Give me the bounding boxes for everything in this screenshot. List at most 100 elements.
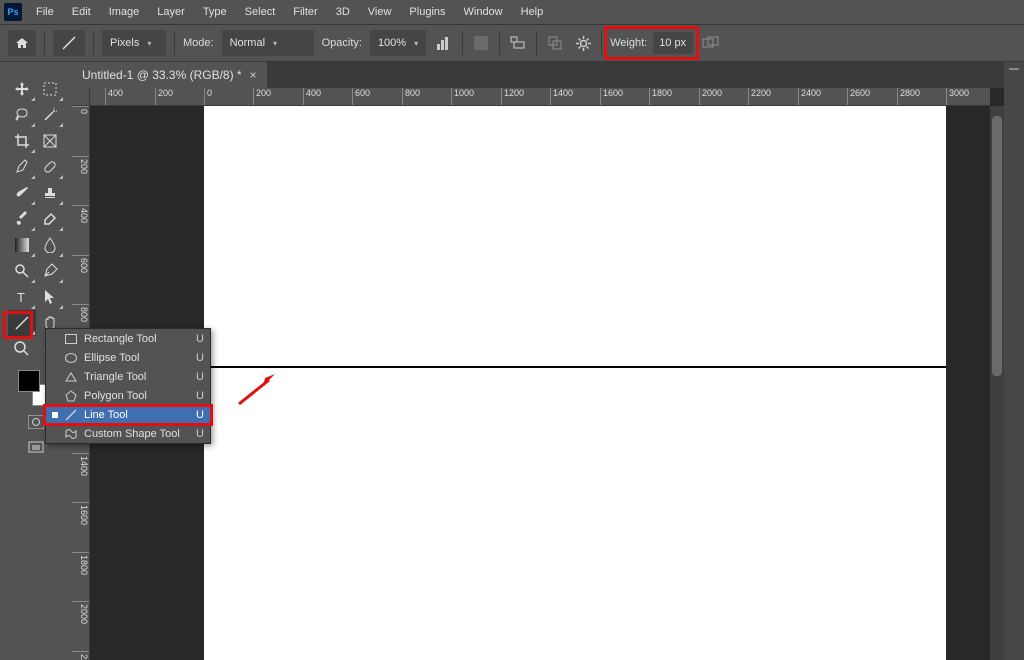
flyout-item-label: Ellipse Tool xyxy=(84,352,139,364)
eraser-tool[interactable] xyxy=(36,206,64,232)
path-arrangement-icon[interactable] xyxy=(701,33,721,53)
flyout-item-line[interactable]: Line ToolU xyxy=(46,405,210,424)
move-tool[interactable] xyxy=(8,76,36,102)
tool-preset-picker[interactable] xyxy=(53,30,85,56)
stamp-icon xyxy=(42,185,58,201)
opacity-label: Opacity: xyxy=(322,37,362,49)
opacity-dropdown[interactable]: 100% ▾ xyxy=(370,30,426,56)
frame-tool[interactable] xyxy=(36,128,64,154)
foreground-color-swatch[interactable] xyxy=(18,370,40,392)
drawn-line-shape xyxy=(204,366,946,368)
menu-file[interactable]: File xyxy=(28,3,62,21)
app-logo: Ps xyxy=(4,3,22,21)
ruler-tick: 1400 xyxy=(72,453,89,476)
canvas-viewport[interactable] xyxy=(90,106,990,660)
menu-plugins[interactable]: Plugins xyxy=(401,3,453,21)
weight-value: 10 px xyxy=(659,37,686,49)
scrollbar-thumb[interactable] xyxy=(992,116,1002,376)
menu-select[interactable]: Select xyxy=(237,3,284,21)
flyout-item-rect[interactable]: Rectangle ToolU xyxy=(46,329,210,348)
menu-help[interactable]: Help xyxy=(513,3,552,21)
gradient-icon xyxy=(15,238,29,252)
path-operations-icon[interactable] xyxy=(545,33,565,53)
custom-icon xyxy=(64,428,78,440)
shape-mode-dropdown[interactable]: Pixels ▾ xyxy=(102,30,166,56)
rect-icon xyxy=(64,334,78,344)
ruler-tick: 1600 xyxy=(600,88,623,105)
ruler-tick: 200 xyxy=(253,88,271,105)
opacity-value: 100% xyxy=(378,37,406,49)
canvas[interactable] xyxy=(204,106,946,660)
stamp-tool[interactable] xyxy=(36,180,64,206)
blend-mode-dropdown[interactable]: Normal ▾ xyxy=(222,30,314,56)
pen-tool[interactable] xyxy=(36,258,64,284)
flyout-item-ellipse[interactable]: Ellipse ToolU xyxy=(46,348,210,367)
flyout-item-custom[interactable]: Custom Shape ToolU xyxy=(46,424,210,443)
gradient-tool[interactable] xyxy=(8,232,36,258)
triangle-icon xyxy=(64,372,78,382)
marquee-tool[interactable] xyxy=(36,76,64,102)
menu-image[interactable]: Image xyxy=(101,3,148,21)
menu-type[interactable]: Type xyxy=(195,3,235,21)
ruler-tick: 1200 xyxy=(501,88,524,105)
ruler-tick: 2800 xyxy=(897,88,920,105)
document-tab-title: Untitled-1 @ 33.3% (RGB/8) * xyxy=(82,68,242,82)
home-button[interactable] xyxy=(8,30,36,56)
selected-indicator xyxy=(52,374,58,380)
brush-tool[interactable] xyxy=(8,180,36,206)
line-tool-icon xyxy=(60,34,78,52)
menu-filter[interactable]: Filter xyxy=(285,3,325,21)
anti-alias-icon[interactable] xyxy=(434,33,454,53)
healing-tool[interactable] xyxy=(36,154,64,180)
right-panel-dock[interactable] xyxy=(1004,62,1024,660)
flyout-item-label: Custom Shape Tool xyxy=(84,428,180,440)
horizontal-ruler[interactable]: 4002000200400600800100012001400160018002… xyxy=(90,88,990,106)
blur-icon xyxy=(43,237,57,253)
eyedropper-tool[interactable] xyxy=(8,154,36,180)
ruler-tick: 1600 xyxy=(72,502,89,525)
flyout-item-shortcut: U xyxy=(196,409,204,421)
gear-icon[interactable] xyxy=(573,33,593,53)
vertical-scrollbar[interactable] xyxy=(990,106,1004,660)
ruler-tick: 600 xyxy=(72,255,89,273)
crop-tool[interactable] xyxy=(8,128,36,154)
blur-tool[interactable] xyxy=(36,232,64,258)
separator xyxy=(44,31,45,55)
quick-select-tool[interactable] xyxy=(36,102,64,128)
ruler-tick: 2600 xyxy=(847,88,870,105)
lasso-tool[interactable] xyxy=(8,102,36,128)
flyout-item-triangle[interactable]: Triangle ToolU xyxy=(46,367,210,386)
document-tab-bar: Untitled-1 @ 33.3% (RGB/8) * × xyxy=(72,62,1004,88)
separator xyxy=(174,31,175,55)
path-select-tool[interactable] xyxy=(36,284,64,310)
close-icon[interactable]: × xyxy=(250,68,257,82)
type-tool[interactable]: T xyxy=(8,284,36,310)
flyout-item-polygon[interactable]: Polygon ToolU xyxy=(46,386,210,405)
dodge-tool[interactable] xyxy=(8,258,36,284)
document-tab[interactable]: Untitled-1 @ 33.3% (RGB/8) * × xyxy=(72,62,267,88)
selected-indicator xyxy=(52,336,58,342)
ruler-tick: 2000 xyxy=(72,601,89,624)
weight-group: Weight: 10 px xyxy=(610,32,693,54)
selected-indicator xyxy=(52,412,58,418)
weight-input[interactable]: 10 px xyxy=(653,32,693,54)
ruler-tick: 2400 xyxy=(798,88,821,105)
menu-3d[interactable]: 3D xyxy=(328,3,358,21)
dodge-icon xyxy=(14,263,30,279)
dock-drag-handle[interactable] xyxy=(1009,68,1019,70)
document-area: Untitled-1 @ 33.3% (RGB/8) * × 400200020… xyxy=(72,62,1004,660)
ruler-tick: 0 xyxy=(204,88,212,105)
magic-wand-icon xyxy=(42,107,58,123)
chevron-down-icon: ▾ xyxy=(147,39,151,48)
menu-layer[interactable]: Layer xyxy=(149,3,193,21)
align-edges-icon[interactable] xyxy=(508,33,528,53)
menu-window[interactable]: Window xyxy=(456,3,511,21)
ruler-tick: 1800 xyxy=(649,88,672,105)
fill-icon[interactable] xyxy=(471,33,491,53)
ruler-tick: 400 xyxy=(303,88,321,105)
ruler-tick: 400 xyxy=(72,205,89,223)
history-brush-tool[interactable] xyxy=(8,206,36,232)
zoom-tool[interactable] xyxy=(8,336,36,362)
menu-view[interactable]: View xyxy=(360,3,400,21)
menu-edit[interactable]: Edit xyxy=(64,3,99,21)
